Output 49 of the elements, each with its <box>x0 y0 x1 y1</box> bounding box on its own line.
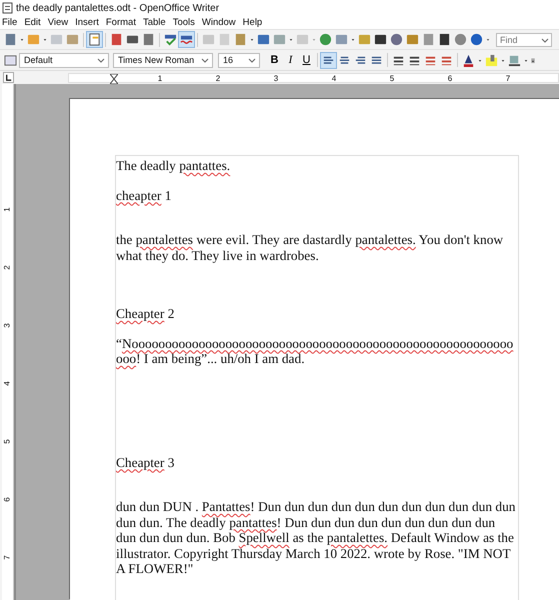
window-title: the deadly pantalettes.odt - OpenOffice Writer <box>16 2 220 14</box>
menu-item[interactable]: Help <box>240 17 268 28</box>
document-paragraph: the pantalettes were evil. They are dastardly pantalettes. You don't know what they do. They live in wardrobes. <box>116 231 504 263</box>
combo-value: 16 <box>223 55 234 65</box>
font-color-icon[interactable] <box>461 52 476 68</box>
highlighter-icon[interactable] <box>484 52 499 68</box>
ruler-number: 5 <box>3 439 12 444</box>
tab-stop-icon[interactable] <box>3 72 14 83</box>
ruler-number: 2 <box>214 74 222 82</box>
document-paragraph: Cheapter 3 <box>116 454 176 470</box>
menu-item[interactable]: Window <box>200 17 241 28</box>
font-name-combo[interactable]: Times New Roman <box>113 52 213 68</box>
menu-item[interactable]: Format <box>104 17 141 28</box>
format-button[interactable]: B <box>267 52 282 68</box>
menu-item[interactable]: Table <box>140 17 171 28</box>
ruler-number: 3 <box>3 323 12 328</box>
menu-item[interactable]: File <box>0 17 22 28</box>
format-button[interactable]: U <box>299 52 314 68</box>
ruler-number: 4 <box>330 74 338 82</box>
menu-item[interactable]: Edit <box>22 17 46 28</box>
document-paragraph: “Noooooooooooooooooooooooooooooooooooooooooooooooooooooooooooo! I am being”... uh/oh I am dad. <box>116 334 514 366</box>
ruler-number: 5 <box>388 74 396 82</box>
ruler-number: 1 <box>3 207 12 212</box>
menu-item[interactable]: Insert <box>73 17 104 28</box>
font-size-combo[interactable]: 16 <box>218 52 260 68</box>
combo-value: Times New Roman <box>118 55 194 65</box>
ruler-number: 3 <box>272 74 280 82</box>
ruler-number: 6 <box>446 74 454 82</box>
menu-item[interactable]: View <box>46 17 74 28</box>
ruler-number: 4 <box>3 381 12 386</box>
document-paragraph: The deadly pantattes. <box>116 157 232 174</box>
document-paragraph: cheapter 1 <box>116 186 172 203</box>
ruler-number: 6 <box>3 497 12 502</box>
align-left-icon[interactable] <box>321 52 336 68</box>
paragraph-style-combo[interactable]: Default <box>19 52 109 68</box>
find-field[interactable]: Find <box>496 32 552 46</box>
ruler-number: 7 <box>3 555 12 560</box>
ruler-number: 1 <box>156 74 164 82</box>
format-button[interactable]: I <box>283 52 298 68</box>
edit-document-icon[interactable] <box>87 32 102 47</box>
autospellcheck-icon[interactable] <box>179 32 194 47</box>
ruler-number: 2 <box>3 265 12 270</box>
combo-value: Default <box>24 55 53 65</box>
document-paragraph: Cheapter 2 <box>116 305 176 322</box>
ruler-number: 7 <box>504 74 512 82</box>
document-paragraph: dun dun DUN . Pantattes! Dun dun dun dun dun dun dun dun dun dun dun dun dun. The deadly pantattes! Dun dun dun dun dun dun dun dun dun dun dun dun dun. Bob Spellwell as the pantalettes. Default Window as the illustrator. Copyright Thursday March 10 2022. wrote by Rose. "IM NOT A FLOWER!" <box>116 498 516 576</box>
spellcheck-icon[interactable] <box>163 32 178 47</box>
menu-item[interactable]: Tools <box>170 17 200 28</box>
indent-marker-icon[interactable] <box>110 74 118 84</box>
